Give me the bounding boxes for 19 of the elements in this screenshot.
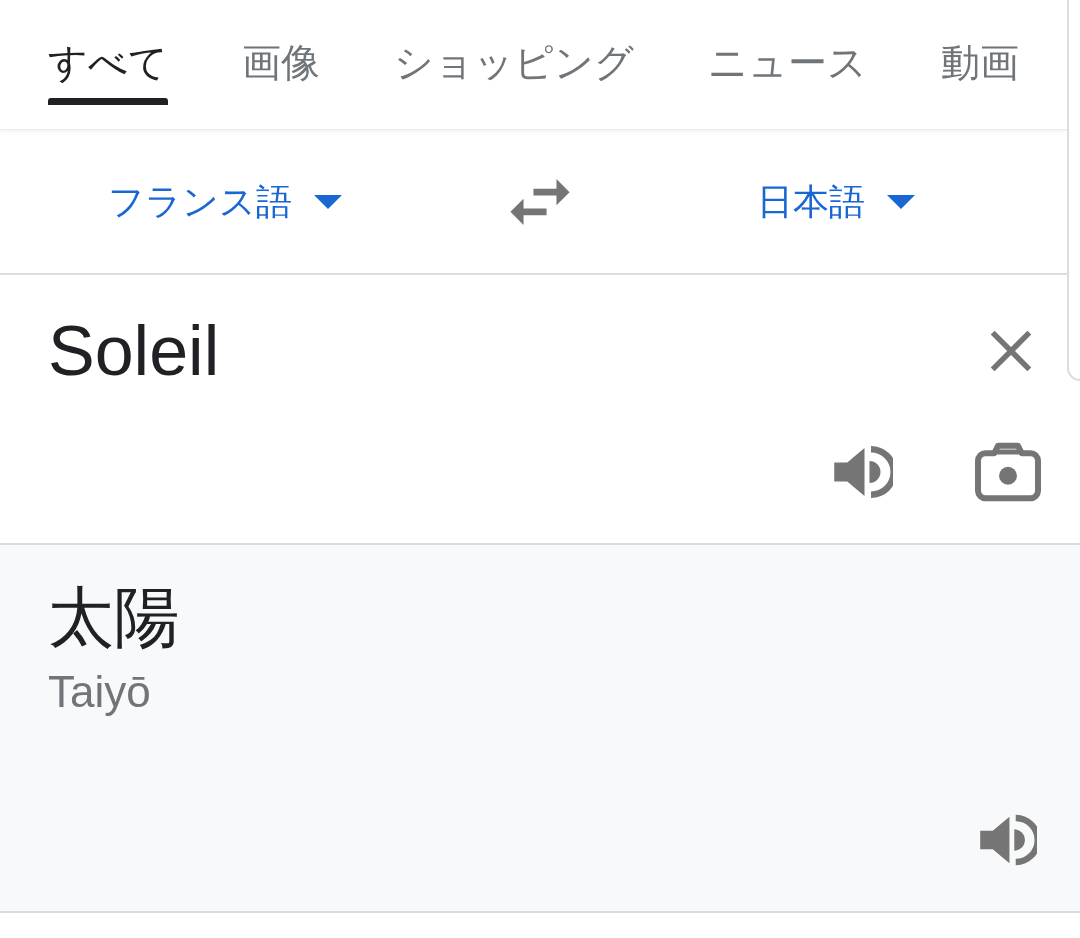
source-language-button[interactable]: フランス語 (108, 179, 342, 224)
source-language-label: フランス語 (108, 179, 292, 224)
target-language-label: 日本語 (757, 179, 865, 224)
tab[interactable]: 動画 (941, 39, 1019, 105)
camera-button[interactable] (974, 441, 1042, 503)
swap-languages-button[interactable] (508, 176, 572, 227)
tab[interactable]: ニュース (708, 39, 867, 105)
close-icon (989, 329, 1033, 373)
tab[interactable]: ショッピング (394, 39, 634, 105)
romanization-text: Taiyō (48, 666, 151, 718)
caret-icon (887, 194, 915, 209)
caret-icon (314, 194, 342, 209)
camera-icon (975, 442, 1041, 502)
swap-icon (510, 178, 570, 225)
translation-text: 太陽 (48, 579, 180, 656)
source-text-field[interactable]: Soleil (48, 309, 928, 393)
tab[interactable]: すべて (48, 39, 168, 105)
tab[interactable]: 画像 (242, 39, 320, 105)
target-language-button[interactable]: 日本語 (757, 179, 915, 224)
